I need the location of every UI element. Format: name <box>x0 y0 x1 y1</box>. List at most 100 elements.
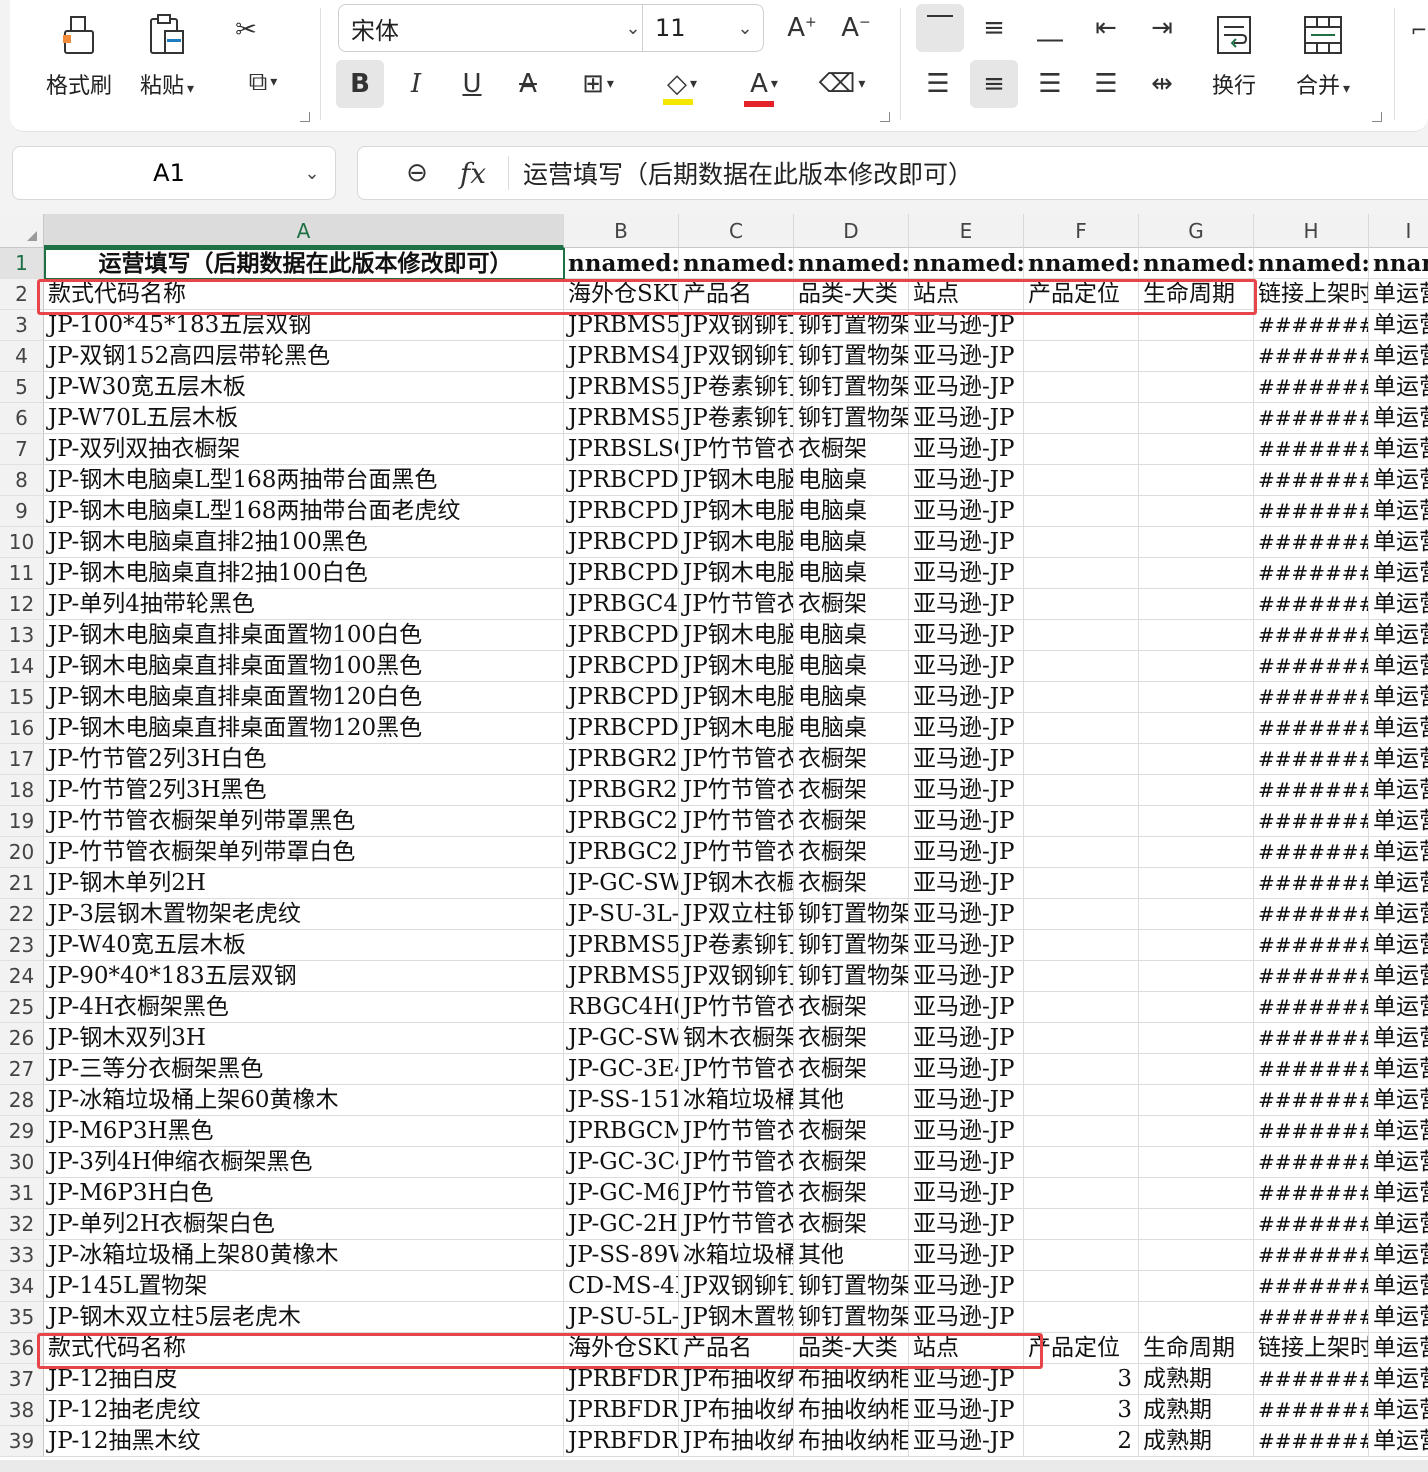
cell-c35[interactable]: JP钢木置物 <box>679 1302 794 1333</box>
cell-e25[interactable]: 亚马逊-JP <box>909 992 1024 1023</box>
cell-b7[interactable]: JPRBSLSCX <box>564 434 679 465</box>
cell-c18[interactable]: JP竹节管衣 <box>679 775 794 806</box>
cell-c7[interactable]: JP竹节管衣 <box>679 434 794 465</box>
cell-f5[interactable] <box>1024 372 1139 403</box>
cell-a24[interactable]: JP-90*40*183五层双钢 <box>44 961 564 992</box>
cell-f8[interactable] <box>1024 465 1139 496</box>
cell-d31[interactable]: 衣橱架 <box>794 1178 909 1209</box>
align-left-button[interactable]: ☰ <box>914 60 962 108</box>
cell-i39[interactable]: 单运营 <box>1369 1426 1428 1457</box>
cell-c32[interactable]: JP竹节管衣 <box>679 1209 794 1240</box>
copy-button[interactable]: ⧉ ▾ <box>232 58 294 106</box>
cell-f14[interactable] <box>1024 651 1139 682</box>
align-center-button[interactable]: ≡ <box>970 60 1018 108</box>
cell-b35[interactable]: JP-SU-5L- <box>564 1302 679 1333</box>
cell-e24[interactable]: 亚马逊-JP <box>909 961 1024 992</box>
cell-e19[interactable]: 亚马逊-JP <box>909 806 1024 837</box>
cell-a22[interactable]: JP-3层钢木置物架老虎纹 <box>44 899 564 930</box>
cell-h36[interactable]: 链接上架时 <box>1254 1333 1369 1364</box>
cell-f33[interactable] <box>1024 1240 1139 1271</box>
cell-f11[interactable] <box>1024 558 1139 589</box>
cell-h16[interactable]: ######## <box>1254 713 1369 744</box>
cell-h17[interactable]: ######## <box>1254 744 1369 775</box>
column-header-d[interactable]: D <box>794 214 909 248</box>
cell-h34[interactable]: ######## <box>1254 1271 1369 1302</box>
cell-b24[interactable]: JPRBMS5L9 <box>564 961 679 992</box>
cell-g27[interactable] <box>1139 1054 1254 1085</box>
cell-f25[interactable] <box>1024 992 1139 1023</box>
strikethrough-button[interactable]: A <box>504 60 552 108</box>
cell-h38[interactable]: ######## <box>1254 1395 1369 1426</box>
row-header[interactable]: 38 <box>0 1395 44 1426</box>
cell-c39[interactable]: JP布抽收纳 <box>679 1426 794 1457</box>
cell-f3[interactable] <box>1024 310 1139 341</box>
cell-i7[interactable]: 单运营 <box>1369 434 1428 465</box>
row-header[interactable]: 18 <box>0 775 44 806</box>
cell-a9[interactable]: JP-钢木电脑桌L型168两抽带台面老虎纹 <box>44 496 564 527</box>
cell-b14[interactable]: JPRBCPDZE <box>564 651 679 682</box>
cell-d13[interactable]: 电脑桌 <box>794 620 909 651</box>
cell-i10[interactable]: 单运营 <box>1369 527 1428 558</box>
cell-b36[interactable]: 海外仓SKU <box>564 1333 679 1364</box>
cell-e34[interactable]: 亚马逊-JP <box>909 1271 1024 1302</box>
cell-g8[interactable] <box>1139 465 1254 496</box>
cell-h11[interactable]: ######## <box>1254 558 1369 589</box>
cell-c16[interactable]: JP钢木电脑 <box>679 713 794 744</box>
cell-a6[interactable]: JP-W70L五层木板 <box>44 403 564 434</box>
cell-b9[interactable]: JPRBCPD2D <box>564 496 679 527</box>
cell-f17[interactable] <box>1024 744 1139 775</box>
cell-d35[interactable]: 铆钉置物架 <box>794 1302 909 1333</box>
cell-b1[interactable]: nnamed: <box>564 248 679 279</box>
cell-i13[interactable]: 单运营 <box>1369 620 1428 651</box>
cell-b15[interactable]: JPRBCPDZE <box>564 682 679 713</box>
cell-d14[interactable]: 电脑桌 <box>794 651 909 682</box>
cell-h22[interactable]: ######## <box>1254 899 1369 930</box>
cell-b12[interactable]: JPRBGC4D1 <box>564 589 679 620</box>
cell-f15[interactable] <box>1024 682 1139 713</box>
cell-h4[interactable]: ######## <box>1254 341 1369 372</box>
cell-e5[interactable]: 亚马逊-JP <box>909 372 1024 403</box>
cell-h39[interactable]: ######## <box>1254 1426 1369 1457</box>
cell-g37[interactable]: 成熟期 <box>1139 1364 1254 1395</box>
cell-e1[interactable]: nnamed: <box>909 248 1024 279</box>
cell-e2[interactable]: 站点 <box>909 279 1024 310</box>
cell-d11[interactable]: 电脑桌 <box>794 558 909 589</box>
italic-button[interactable]: I <box>392 60 440 108</box>
cell-b26[interactable]: JP-GC-SW2 <box>564 1023 679 1054</box>
cell-i17[interactable]: 单运营 <box>1369 744 1428 775</box>
cell-c34[interactable]: JP双钢铆钉 <box>679 1271 794 1302</box>
cell-g33[interactable] <box>1139 1240 1254 1271</box>
cell-i36[interactable]: 单运营 <box>1369 1333 1428 1364</box>
row-header[interactable]: 15 <box>0 682 44 713</box>
cell-b34[interactable]: CD-MS-4L- <box>564 1271 679 1302</box>
cell-f10[interactable] <box>1024 527 1139 558</box>
cell-i2[interactable]: 单运营 <box>1369 279 1428 310</box>
cell-f29[interactable] <box>1024 1116 1139 1147</box>
cell-i4[interactable]: 单运营 <box>1369 341 1428 372</box>
cell-g28[interactable] <box>1139 1085 1254 1116</box>
cell-d12[interactable]: 衣橱架 <box>794 589 909 620</box>
cell-h15[interactable]: ######## <box>1254 682 1369 713</box>
cell-i29[interactable]: 单运营 <box>1369 1116 1428 1147</box>
cell-g19[interactable] <box>1139 806 1254 837</box>
cell-g11[interactable] <box>1139 558 1254 589</box>
cell-c24[interactable]: JP双钢铆钉 <box>679 961 794 992</box>
horizontal-scrollbar[interactable] <box>0 1460 1428 1472</box>
cell-e20[interactable]: 亚马逊-JP <box>909 837 1024 868</box>
cell-e39[interactable]: 亚马逊-JP <box>909 1426 1024 1457</box>
cell-g38[interactable]: 成熟期 <box>1139 1395 1254 1426</box>
cell-g21[interactable] <box>1139 868 1254 899</box>
cell-g7[interactable] <box>1139 434 1254 465</box>
cell-h21[interactable]: ######## <box>1254 868 1369 899</box>
cell-d22[interactable]: 铆钉置物架 <box>794 899 909 930</box>
cell-b16[interactable]: JPRBCPDZE <box>564 713 679 744</box>
cell-b6[interactable]: JPRBMS5LE <box>564 403 679 434</box>
function-icon[interactable]: fx <box>448 157 498 190</box>
cell-f34[interactable] <box>1024 1271 1139 1302</box>
cell-g35[interactable] <box>1139 1302 1254 1333</box>
cell-i12[interactable]: 单运营 <box>1369 589 1428 620</box>
cell-g24[interactable] <box>1139 961 1254 992</box>
cell-f21[interactable] <box>1024 868 1139 899</box>
cell-d5[interactable]: 铆钉置物架 <box>794 372 909 403</box>
cell-d34[interactable]: 铆钉置物架 <box>794 1271 909 1302</box>
